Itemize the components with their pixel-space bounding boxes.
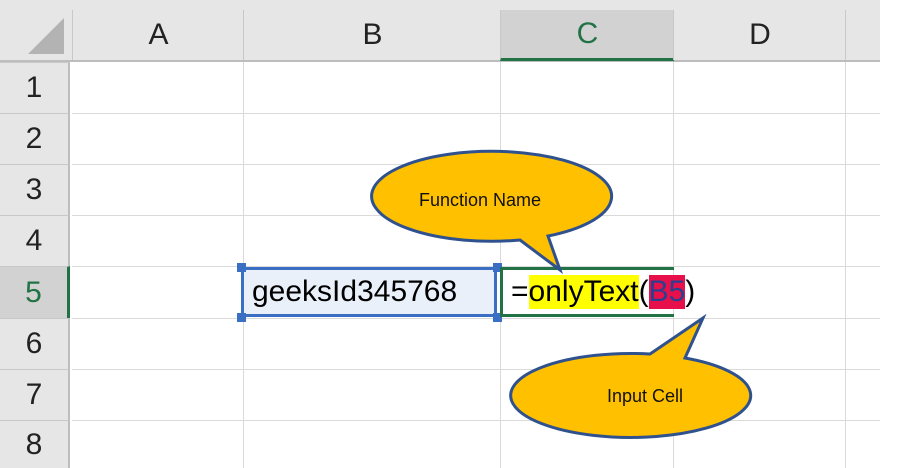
callout-input-cell-shape (509, 313, 753, 439)
callout-layer (370, 149, 753, 439)
callout-input-cell: Input Cell (606, 386, 684, 406)
callout-function-name: Function Name (418, 190, 542, 210)
